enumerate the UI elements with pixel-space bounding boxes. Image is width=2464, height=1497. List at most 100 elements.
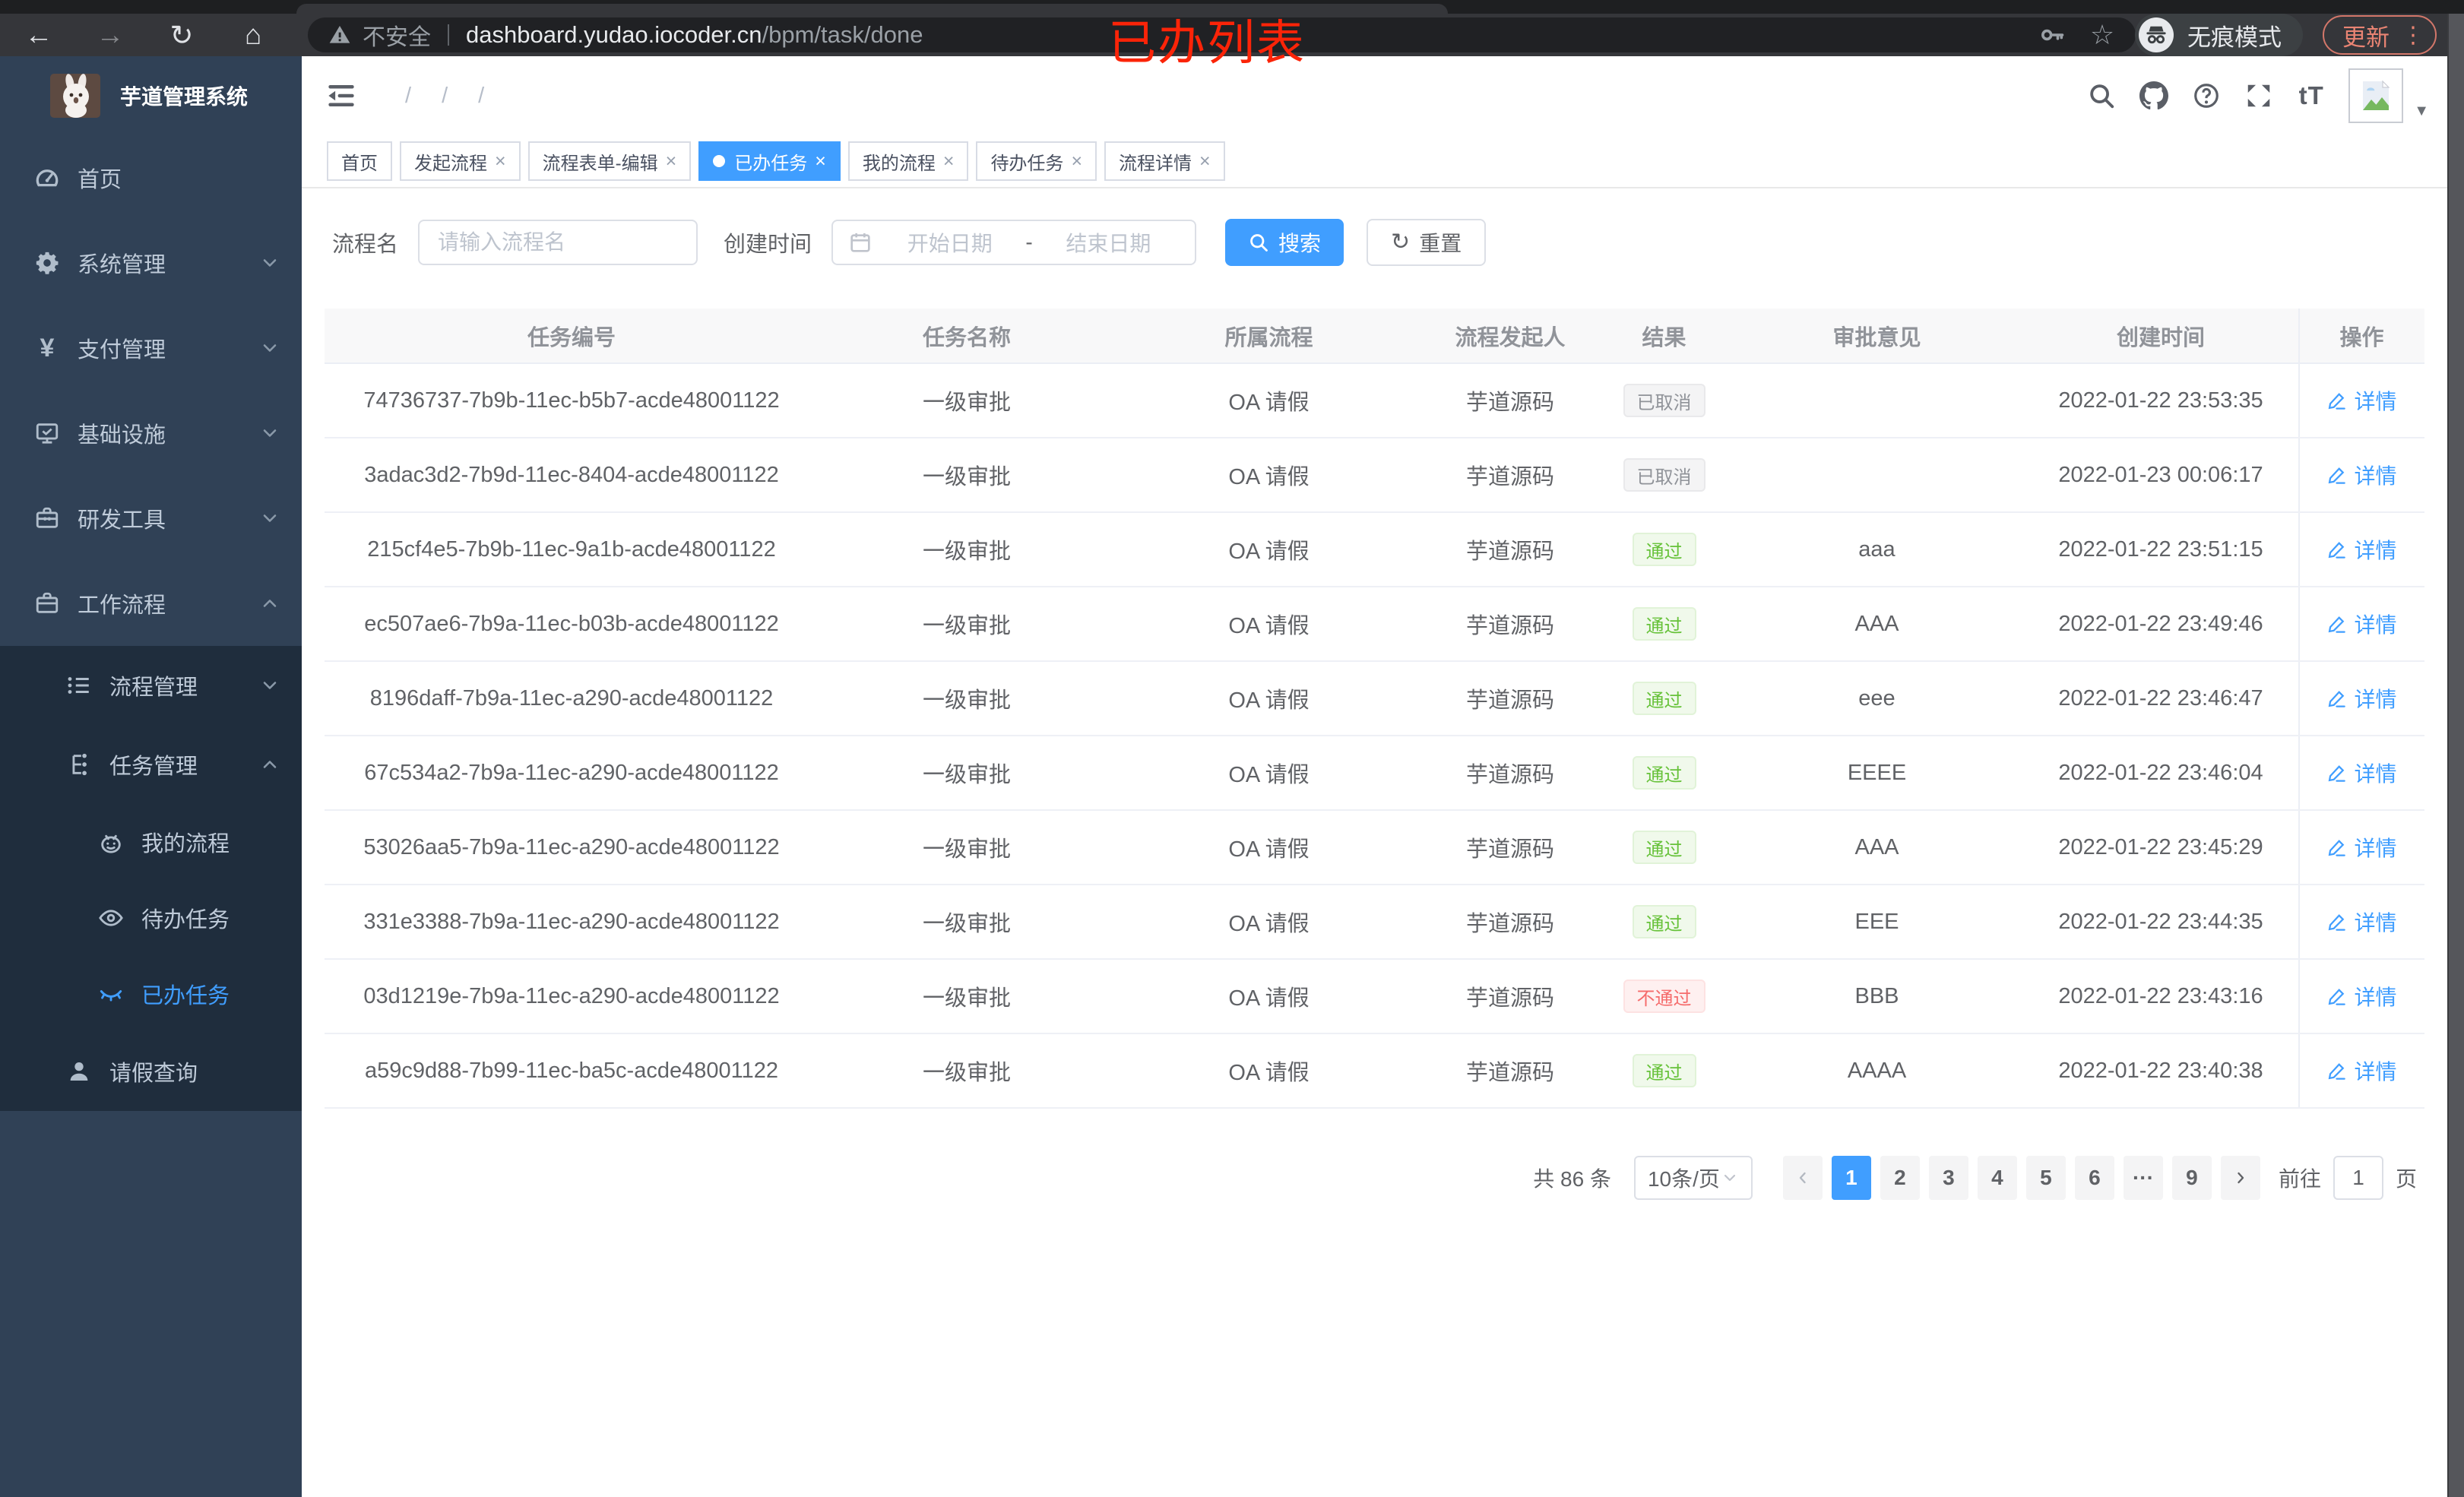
- sidebar-item-leave-query[interactable]: 请假查询: [0, 1032, 302, 1111]
- key-icon[interactable]: [2038, 21, 2066, 49]
- column-header: 所属流程: [1224, 325, 1313, 350]
- tab-todo-tasks[interactable]: 待办任务 ×: [976, 141, 1097, 181]
- sidebar-item-workflow[interactable]: 工作流程: [0, 561, 302, 646]
- detail-link[interactable]: 详情: [2326, 907, 2397, 937]
- sidebar-item-devtools[interactable]: 研发工具: [0, 476, 302, 561]
- workflow-submenu: 流程管理 任务管理 我的流程 待办任务 已办任务 请假查询: [0, 646, 302, 1111]
- browser-update-button[interactable]: 更新 ⋮: [2323, 15, 2437, 55]
- window-scrollbar[interactable]: [2447, 14, 2464, 1497]
- close-icon[interactable]: ×: [1071, 151, 1082, 171]
- close-icon[interactable]: ×: [495, 151, 506, 171]
- edit-icon: [2326, 391, 2347, 411]
- forward-icon[interactable]: →: [93, 14, 128, 56]
- detail-link[interactable]: 详情: [2326, 385, 2397, 416]
- browser-menu-icon[interactable]: ⋮: [2402, 22, 2424, 49]
- flow-list-icon: [65, 672, 93, 699]
- page-button[interactable]: 1: [1831, 1156, 1871, 1200]
- cell-comment: AAA: [1854, 611, 1899, 636]
- url-path: /bpm/task/done: [762, 21, 923, 48]
- user-icon: [65, 1058, 93, 1085]
- result-badge: 已取消: [1623, 384, 1705, 417]
- chevron-down-icon: [1721, 1169, 1739, 1187]
- chevron-down-icon: [259, 252, 280, 274]
- detail-link[interactable]: 详情: [2326, 534, 2397, 565]
- tab-form-editor[interactable]: 流程表单-编辑 ×: [527, 141, 692, 181]
- page-button[interactable]: 6: [2074, 1156, 2114, 1200]
- font-size-icon[interactable]: tT: [2296, 81, 2326, 111]
- next-page-button[interactable]: [2220, 1156, 2260, 1200]
- fullscreen-icon[interactable]: [2244, 81, 2274, 111]
- detail-link[interactable]: 详情: [2326, 609, 2397, 639]
- table-row: 53026aa5-7b9a-11ec-a290-acde48001122 一级审…: [325, 811, 2424, 885]
- avatar[interactable]: [2348, 68, 2404, 123]
- incognito-badge: 无痕模式: [2135, 14, 2303, 56]
- edit-icon: [2326, 688, 2347, 709]
- close-icon[interactable]: ×: [666, 151, 677, 171]
- page-button[interactable]: 2: [1880, 1156, 1920, 1200]
- column-header: 流程发起人: [1455, 325, 1566, 350]
- sidebar-item-process-mgmt[interactable]: 流程管理: [0, 646, 302, 725]
- close-icon[interactable]: ×: [1199, 151, 1211, 171]
- reload-icon[interactable]: ↻: [164, 14, 199, 56]
- goto-page: 前往 页: [2279, 1156, 2417, 1200]
- date-range-input[interactable]: 开始日期 - 结束日期: [831, 220, 1197, 265]
- sidebar-item-home[interactable]: 首页: [0, 135, 302, 220]
- cell-starter: 芋道源码: [1465, 391, 1554, 415]
- pagination: 共 86 条 10条/页 1 2 3 4 5 6 ··· 9 前往 1 页: [325, 1156, 2424, 1200]
- goto-page-input[interactable]: [2333, 1156, 2383, 1200]
- app-logo[interactable]: 芋道管理系统: [0, 56, 302, 135]
- sidebar-item-infra[interactable]: 基础设施: [0, 391, 302, 476]
- cell-process: OA 请假: [1228, 763, 1310, 787]
- tab-start-process[interactable]: 发起流程 ×: [400, 141, 521, 181]
- page-size-select[interactable]: 10条/页: [1633, 1156, 1753, 1200]
- total-count: 共 86 条: [1533, 1167, 1611, 1191]
- detail-link[interactable]: 详情: [2326, 758, 2397, 788]
- github-icon[interactable]: [2139, 81, 2169, 111]
- cell-created: 2022-01-22 23:49:46: [2058, 611, 2263, 636]
- cell-process: OA 请假: [1228, 614, 1310, 638]
- page-button[interactable]: 5: [2025, 1156, 2066, 1200]
- close-icon[interactable]: ×: [815, 151, 826, 171]
- sidebar-item-system[interactable]: 系统管理: [0, 220, 302, 305]
- page-button[interactable]: 9: [2171, 1156, 2212, 1200]
- detail-link[interactable]: 详情: [2326, 1055, 2397, 1086]
- sidebar-item-my-process[interactable]: 我的流程: [0, 804, 302, 880]
- avatar-caret-icon[interactable]: ▼: [2414, 103, 2429, 120]
- detail-link[interactable]: 详情: [2326, 460, 2397, 490]
- detail-link[interactable]: 详情: [2326, 832, 2397, 862]
- page-button[interactable]: 4: [1977, 1156, 2017, 1200]
- sidebar-item-payment[interactable]: ¥ 支付管理: [0, 305, 302, 391]
- result-badge: 不通过: [1623, 980, 1705, 1013]
- edit-icon: [2326, 614, 2347, 635]
- cell-created: 2022-01-22 23:46:04: [2058, 760, 2263, 785]
- tab-process-detail[interactable]: 流程详情 ×: [1104, 141, 1225, 181]
- detail-link[interactable]: 详情: [2326, 683, 2397, 714]
- process-name-input[interactable]: [418, 220, 698, 265]
- help-icon[interactable]: [2191, 81, 2222, 111]
- tab-home[interactable]: 首页: [327, 141, 392, 181]
- home-icon[interactable]: ⌂: [236, 14, 271, 56]
- detail-link[interactable]: 详情: [2326, 981, 2397, 1011]
- back-icon[interactable]: ←: [21, 14, 56, 56]
- reset-button[interactable]: ↻ 重置: [1367, 219, 1487, 266]
- cell-created: 2022-01-22 23:43:16: [2058, 983, 2263, 1008]
- prev-page-button[interactable]: [1782, 1156, 1823, 1200]
- tab-my-process[interactable]: 我的流程 ×: [847, 141, 969, 181]
- collapse-sidebar-icon[interactable]: [325, 80, 358, 112]
- page-button[interactable]: 3: [1928, 1156, 1968, 1200]
- bookmark-star-icon[interactable]: ☆: [2089, 19, 2116, 50]
- cell-created: 2022-01-22 23:53:35: [2058, 388, 2263, 413]
- tab-done-tasks[interactable]: 已办任务 ×: [698, 141, 841, 181]
- dashboard-icon: [33, 164, 61, 191]
- close-icon[interactable]: ×: [943, 151, 955, 171]
- sidebar-item-todo-tasks[interactable]: 待办任务: [0, 880, 302, 956]
- more-pages-button[interactable]: ···: [2123, 1156, 2163, 1200]
- result-badge: 通过: [1632, 533, 1696, 566]
- search-button[interactable]: 搜索: [1225, 219, 1344, 266]
- search-icon[interactable]: [2086, 81, 2117, 111]
- sidebar-item-task-mgmt[interactable]: 任务管理: [0, 725, 302, 804]
- result-badge: 通过: [1632, 756, 1696, 790]
- app-title: 芋道管理系统: [120, 85, 249, 109]
- sidebar-item-done-tasks[interactable]: 已办任务: [0, 956, 302, 1032]
- cell-task-id: ec507ae6-7b9a-11ec-b03b-acde48001122: [364, 611, 779, 636]
